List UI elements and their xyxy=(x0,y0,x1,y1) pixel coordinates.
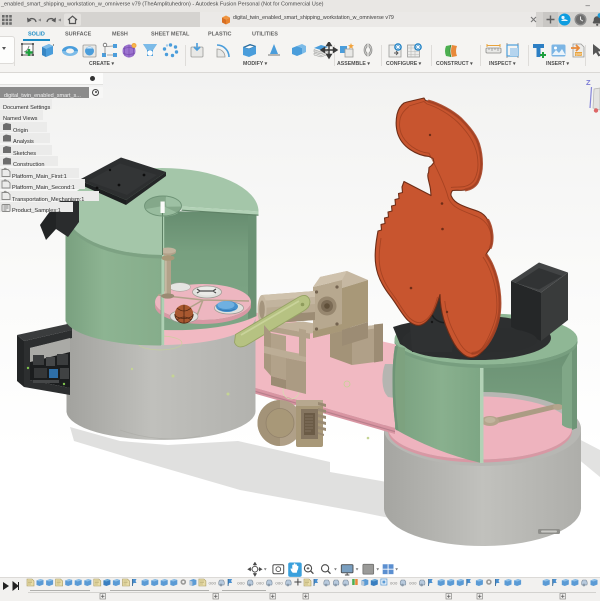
svg-text:ooo: ooo xyxy=(390,581,398,586)
svg-text:ooo: ooo xyxy=(409,581,417,586)
svg-text:ooo: ooo xyxy=(256,581,264,586)
svg-text:ooo: ooo xyxy=(237,581,245,586)
svg-text:Z: Z xyxy=(586,78,591,87)
svg-text:ooo: ooo xyxy=(275,581,283,586)
svg-text:SVG: SVG xyxy=(576,52,584,56)
svg-text:ooo: ooo xyxy=(209,581,217,586)
